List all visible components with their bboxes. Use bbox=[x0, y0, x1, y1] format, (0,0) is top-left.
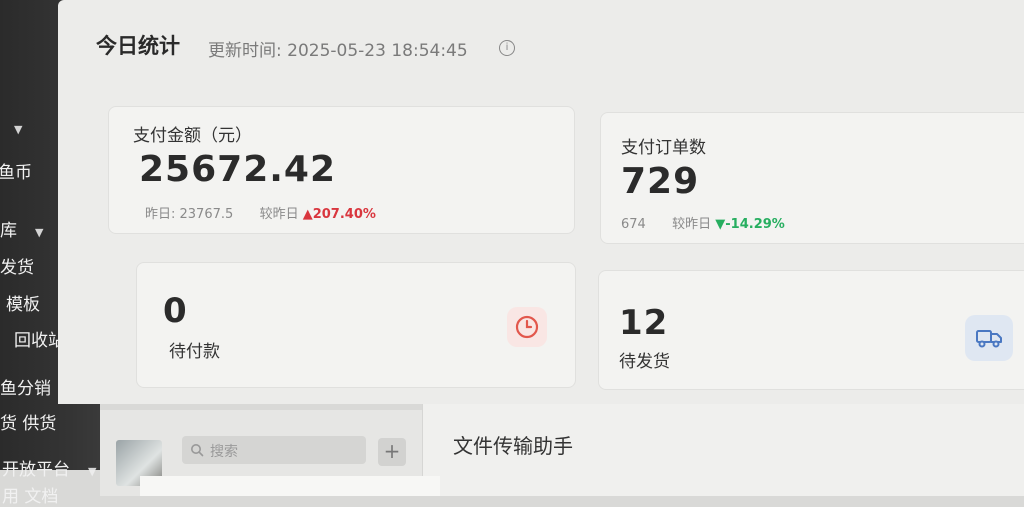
chat-panel-edge bbox=[140, 476, 440, 496]
card-label: 待付款 bbox=[169, 342, 220, 362]
add-button[interactable]: + bbox=[378, 438, 406, 466]
change-value: 207.40% bbox=[312, 207, 376, 222]
card-label: 待发货 bbox=[619, 352, 670, 372]
pending-payment-card[interactable]: 0 待付款 bbox=[136, 262, 576, 388]
card-value: 12 bbox=[619, 303, 669, 343]
chevron-down-icon: ▼ bbox=[35, 226, 44, 239]
payment-amount-card[interactable]: 支付金额（元） 25672.42 昨日: 23767.5 较昨日 ▲207.40… bbox=[108, 106, 575, 234]
card-value: 25672.42 bbox=[139, 149, 337, 190]
chevron-down-icon: ▼ bbox=[14, 123, 23, 136]
info-icon[interactable]: i bbox=[499, 40, 515, 56]
payment-orders-card[interactable]: 支付订单数 729 674 较昨日 ▼-14.29% bbox=[600, 112, 1024, 244]
chevron-down-icon: ▼ bbox=[88, 465, 97, 478]
compare-label: 较昨日 bbox=[259, 207, 299, 222]
card-value: 0 bbox=[163, 291, 188, 331]
search-input[interactable]: 搜索 bbox=[182, 436, 366, 464]
clock-icon bbox=[507, 307, 547, 347]
card-label: 支付金额（元） bbox=[133, 126, 252, 146]
sidebar-item-warehouse[interactable]: 库 ▼ bbox=[0, 216, 43, 241]
card-compare: 昨日: 23767.5 较昨日 ▲207.40% bbox=[145, 203, 376, 222]
card-value: 729 bbox=[621, 161, 700, 202]
chat-title: 文件传输助手 bbox=[453, 434, 573, 458]
update-time: 更新时间: 2025-05-23 18:54:45 bbox=[208, 41, 468, 61]
main-panel: 今日统计 更新时间: 2025-05-23 18:54:45 i 支付金额（元）… bbox=[58, 0, 1024, 404]
sidebar-caret[interactable]: ▼ bbox=[0, 118, 22, 138]
page-title: 今日统计 bbox=[96, 34, 180, 58]
search-icon bbox=[190, 442, 204, 461]
sidebar-item-shipping[interactable]: 发货 bbox=[0, 253, 34, 278]
arrow-up-icon: ▲ bbox=[302, 207, 313, 222]
yesterday-value: 674 bbox=[621, 217, 646, 232]
change-value: -14.29% bbox=[725, 217, 785, 232]
card-compare: 674 较昨日 ▼-14.29% bbox=[621, 213, 785, 232]
sidebar-item-supply[interactable]: 货 供货 bbox=[0, 409, 56, 434]
sidebar-item-template[interactable]: 模板 bbox=[6, 290, 40, 315]
search-placeholder: 搜索 bbox=[210, 444, 238, 460]
card-label: 支付订单数 bbox=[621, 138, 706, 158]
sidebar-item-open-platform[interactable]: 开放平台 ▼ bbox=[2, 455, 96, 480]
sidebar-item-docs[interactable]: 用 文档 bbox=[2, 482, 58, 507]
pending-shipment-card[interactable]: 12 待发货 bbox=[598, 270, 1024, 390]
yesterday-value: 昨日: 23767.5 bbox=[145, 207, 234, 222]
chat-window: 文件传输助手 bbox=[422, 404, 1024, 496]
sidebar-item-fish-coin[interactable]: 鱼币 bbox=[0, 158, 32, 183]
arrow-down-icon: ▼ bbox=[715, 217, 726, 232]
truck-icon bbox=[965, 315, 1013, 361]
compare-label: 较昨日 bbox=[672, 217, 712, 232]
